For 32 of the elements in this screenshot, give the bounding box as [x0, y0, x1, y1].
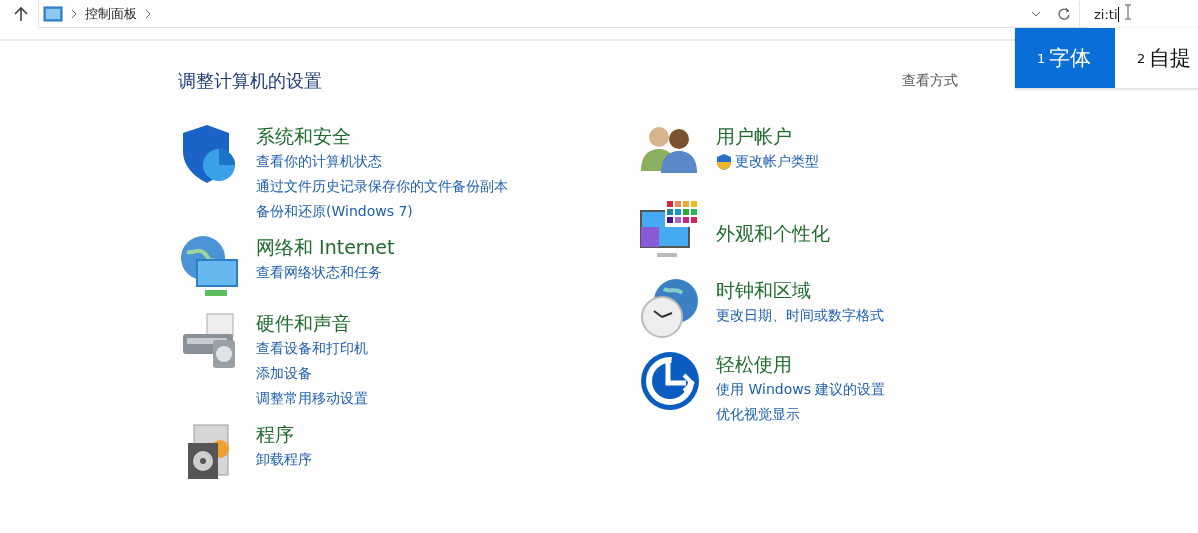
- task-link[interactable]: 添加设备: [256, 361, 312, 386]
- up-arrow-icon[interactable]: [14, 6, 28, 22]
- task-link[interactable]: 查看网络状态和任务: [256, 260, 382, 285]
- task-link[interactable]: 优化视觉显示: [716, 402, 800, 427]
- category-title[interactable]: 时钟和区域: [716, 277, 884, 303]
- task-link[interactable]: 通过文件历史记录保存你的文件备份副本: [256, 174, 508, 199]
- page-heading: 调整计算机的设置: [178, 69, 322, 93]
- breadcrumb-item[interactable]: 控制面板: [85, 4, 137, 23]
- task-link[interactable]: 更改帐户类型: [735, 149, 819, 174]
- address-bar[interactable]: 控制面板: [38, 0, 1088, 28]
- category-title[interactable]: 外观和个性化: [716, 220, 830, 246]
- chevron-icon: [71, 8, 77, 19]
- candidate-item[interactable]: 1 字体: [1015, 28, 1115, 88]
- category-title[interactable]: 系统和安全: [256, 123, 508, 149]
- candidate-item[interactable]: 2 自提: [1115, 28, 1198, 88]
- control-panel-icon: [43, 5, 63, 22]
- task-link[interactable]: 卸载程序: [256, 447, 312, 472]
- chevron-icon: [145, 8, 151, 19]
- category-title[interactable]: 硬件和声音: [256, 310, 368, 336]
- task-link[interactable]: 备份和还原(Windows 7): [256, 199, 413, 224]
- search-field[interactable]: zi:ti: [1088, 1, 1198, 27]
- dropdown-icon[interactable]: [1031, 10, 1041, 17]
- task-link[interactable]: 查看你的计算机状态: [256, 149, 382, 174]
- category-title[interactable]: 轻松使用: [716, 351, 886, 377]
- category-title[interactable]: 程序: [256, 421, 312, 447]
- task-link[interactable]: 调整常用移动设置: [256, 386, 368, 411]
- view-by-label: 查看方式: [902, 72, 958, 90]
- category-title[interactable]: 用户帐户: [716, 123, 819, 149]
- task-link[interactable]: 更改日期、时间或数字格式: [716, 303, 884, 328]
- category-title[interactable]: 网络和 Internet: [256, 234, 395, 260]
- task-link[interactable]: 查看设备和打印机: [256, 336, 368, 361]
- task-link[interactable]: 使用 Windows 建议的设置: [716, 377, 886, 402]
